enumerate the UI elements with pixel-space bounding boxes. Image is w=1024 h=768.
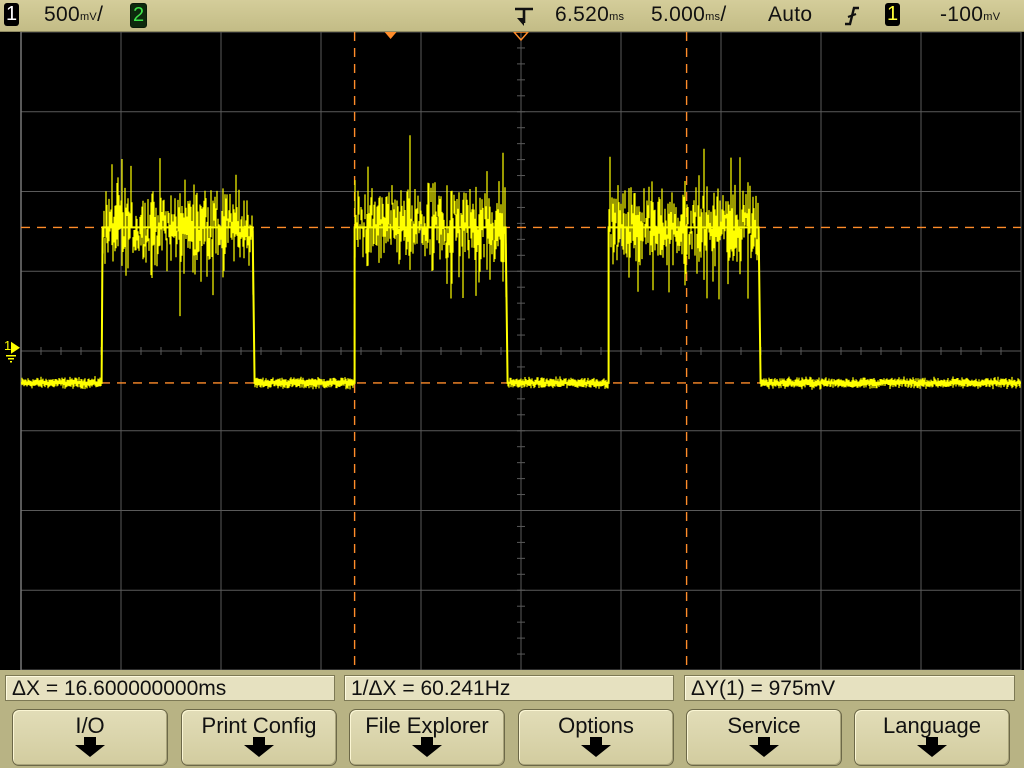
inverse-delta-x-readout[interactable]: 1/ΔX = 60.241Hz	[344, 675, 674, 701]
softkey-row: I/O Print Config File Explorer Options S…	[0, 706, 1024, 768]
trigger-point-arrow-icon	[515, 7, 533, 26]
print-config-softkey[interactable]: Print Config	[181, 709, 337, 766]
ground-marker-arrow	[11, 341, 20, 354]
down-arrow-icon	[412, 737, 442, 757]
ground-symbol	[6, 355, 16, 363]
trigger-level-unit: mV	[983, 11, 1001, 23]
timebase-value: 5.000	[651, 3, 706, 26]
channel-2-badge[interactable]: 2	[130, 3, 147, 28]
file-explorer-softkey[interactable]: File Explorer	[349, 709, 505, 766]
waveform-display[interactable]: 1	[0, 32, 1024, 670]
trigger-level-readout[interactable]: -100mV	[940, 4, 1000, 26]
screen-markers: 1	[4, 32, 529, 363]
delta-x-readout[interactable]: ΔX = 16.600000000ms	[5, 675, 335, 701]
delay-unit: ms	[609, 11, 625, 23]
status-bar: 1 500mV/ 2 6.520ms 5.000ms/ Auto 1 -100m…	[0, 0, 1024, 32]
down-arrow-icon	[244, 737, 274, 757]
down-arrow-icon	[75, 737, 105, 757]
trigger-time-marker-icon	[384, 32, 397, 39]
channel-1-scale[interactable]: 500mV/	[44, 4, 103, 26]
timebase-unit: ms	[705, 11, 721, 23]
delta-y-readout[interactable]: ΔY(1) = 975mV	[684, 675, 1015, 701]
options-softkey[interactable]: Options	[518, 709, 674, 766]
channel-1-scale-value: 500	[44, 3, 80, 26]
down-arrow-icon	[917, 737, 947, 757]
ground-marker-label: 1	[4, 338, 11, 353]
measurement-bar: ΔX = 16.600000000ms 1/ΔX = 60.241Hz ΔY(1…	[0, 670, 1024, 706]
ground-marker-icon: 1	[4, 338, 20, 363]
service-softkey[interactable]: Service	[686, 709, 842, 766]
timebase-readout[interactable]: 5.000ms/	[651, 4, 726, 26]
io-softkey[interactable]: I/O	[12, 709, 168, 766]
down-arrow-icon	[749, 737, 779, 757]
delay-readout[interactable]: 6.520ms	[555, 4, 624, 26]
graticule: 1	[4, 32, 1022, 670]
delay-value: 6.520	[555, 3, 610, 26]
rising-edge-icon[interactable]	[843, 5, 861, 27]
trigger-source-badge[interactable]: 1	[885, 3, 900, 26]
grid-lines	[20, 32, 1022, 670]
language-softkey[interactable]: Language	[854, 709, 1010, 766]
channel-1-badge[interactable]: 1	[4, 3, 19, 26]
trigger-mode[interactable]: Auto	[768, 4, 812, 26]
trigger-level-value: -100	[940, 3, 984, 26]
down-arrow-icon	[581, 737, 611, 757]
channel-1-scale-unit: mV	[79, 11, 98, 23]
